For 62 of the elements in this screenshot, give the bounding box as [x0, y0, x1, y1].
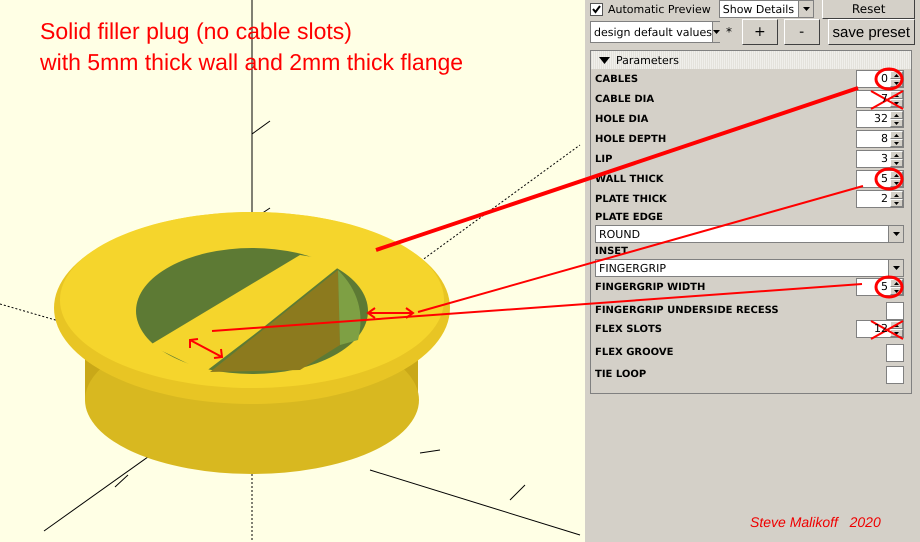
arrow-down-icon[interactable]	[894, 122, 899, 124]
parameter-label: FLEX SLOTS	[595, 324, 662, 334]
dropdown-arrow-icon	[802, 7, 810, 11]
number-spinbox[interactable]: 2	[856, 190, 904, 208]
parameters-header[interactable]: Parameters	[591, 51, 911, 69]
parameter-label: LIP	[595, 154, 612, 164]
parameter-label: FLEX GROOVE	[595, 347, 674, 358]
remove-preset-button[interactable]: -	[784, 19, 820, 45]
parameter-label: CABLE DIA	[595, 94, 654, 104]
parameter-label: PLATE THICK	[595, 194, 667, 204]
parameter-label: HOLE DIA	[595, 114, 648, 124]
parameter-label: FINGERGRIP UNDERSIDE RECESS	[595, 305, 779, 316]
reset-button[interactable]: Reset	[822, 0, 915, 19]
dropdown-arrow-icon	[712, 30, 720, 34]
arrow-up-icon[interactable]	[894, 282, 899, 284]
dropdown-arrow-icon	[892, 232, 900, 236]
arrow-down-icon[interactable]	[894, 82, 899, 84]
parameter-label: TIE LOOP	[595, 369, 646, 380]
arrow-up-icon[interactable]	[894, 94, 899, 96]
arrow-down-icon[interactable]	[894, 202, 899, 204]
number-spinbox[interactable]: 8	[856, 130, 904, 148]
parameter-checkbox[interactable]	[886, 366, 904, 384]
arrow-down-icon[interactable]	[894, 162, 899, 164]
arrow-up-icon[interactable]	[894, 134, 899, 136]
arrow-down-icon[interactable]	[894, 102, 899, 104]
add-preset-button[interactable]: +	[742, 19, 778, 45]
parameter-label: FINGERGRIP WIDTH	[595, 282, 706, 292]
arrow-down-icon[interactable]	[894, 142, 899, 144]
dimension-arrow	[189, 338, 224, 359]
arrow-up-icon[interactable]	[894, 324, 899, 326]
arrow-down-icon[interactable]	[894, 290, 899, 292]
number-spinbox[interactable]: 5	[856, 170, 904, 188]
dimension-arrow	[366, 307, 415, 319]
auto-preview-label: Automatic Preview	[608, 2, 711, 16]
number-spinbox[interactable]: 3	[856, 150, 904, 168]
arrow-down-icon[interactable]	[894, 332, 899, 334]
signature-text: Steve Malikoff 2020	[750, 514, 881, 530]
preset-dropdown[interactable]: design default values	[590, 21, 720, 43]
parameter-checkbox[interactable]	[886, 344, 904, 362]
auto-preview-checkbox[interactable]	[590, 2, 603, 16]
arrow-up-icon[interactable]	[894, 174, 899, 176]
arrow-up-icon[interactable]	[894, 114, 899, 116]
parameter-label: HOLE DEPTH	[595, 134, 666, 144]
save-preset-button[interactable]: save preset	[828, 19, 915, 45]
parameter-label: CABLES	[595, 74, 638, 84]
check-icon	[592, 4, 601, 14]
arrow-up-icon[interactable]	[894, 154, 899, 156]
number-spinbox[interactable]: 0	[856, 70, 904, 88]
arrow-up-icon[interactable]	[894, 194, 899, 196]
parameter-label: PLATE EDGE	[594, 211, 664, 225]
parameter-label: INSET	[594, 245, 629, 259]
parameter-dropdown[interactable]: FINGERGRIP	[595, 259, 904, 277]
arrow-up-icon[interactable]	[894, 74, 899, 76]
modified-mark: *	[726, 25, 733, 39]
number-spinbox[interactable]: 5	[856, 278, 904, 296]
dropdown-arrow-icon	[892, 266, 900, 270]
arrow-down-icon[interactable]	[894, 182, 899, 184]
number-spinbox[interactable]: 32	[856, 110, 904, 128]
parameter-checkbox[interactable]	[886, 302, 904, 320]
details-dropdown[interactable]: Show Details	[718, 0, 814, 18]
collapse-triangle-icon	[599, 56, 610, 64]
parameter-dropdown[interactable]: ROUND	[595, 225, 904, 243]
